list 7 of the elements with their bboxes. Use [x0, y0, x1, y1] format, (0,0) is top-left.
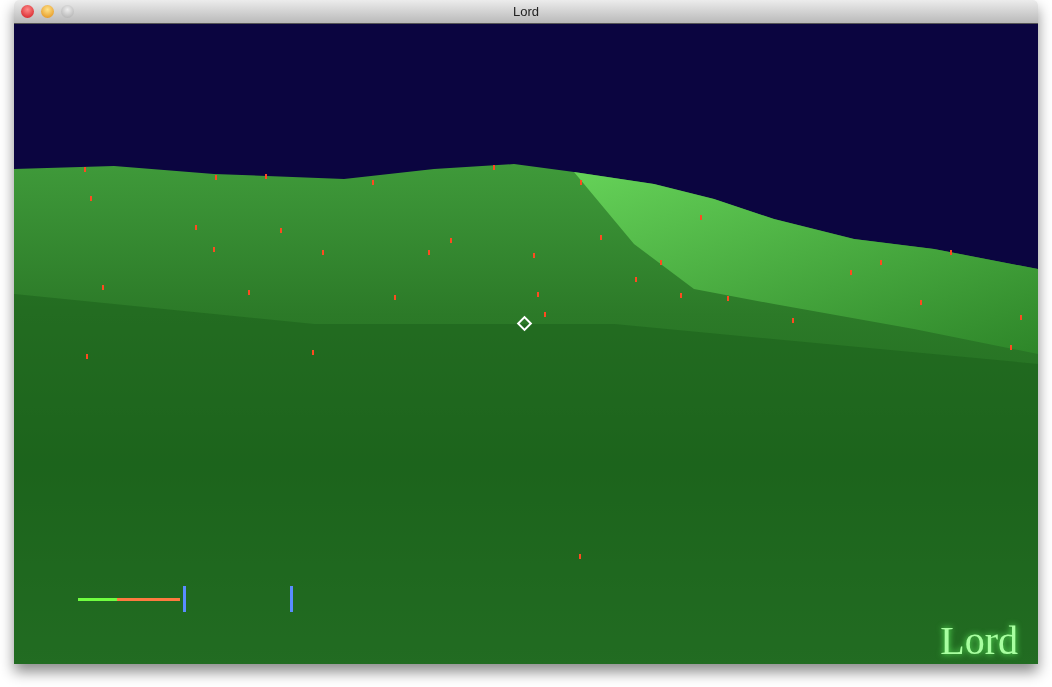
marker-line	[183, 586, 186, 612]
marker-line	[290, 586, 293, 612]
window-title: Lord	[513, 4, 539, 19]
zoom-button[interactable]	[61, 5, 74, 18]
logo-text: Lord	[940, 617, 1018, 664]
minimize-button[interactable]	[41, 5, 54, 18]
close-button[interactable]	[21, 5, 34, 18]
